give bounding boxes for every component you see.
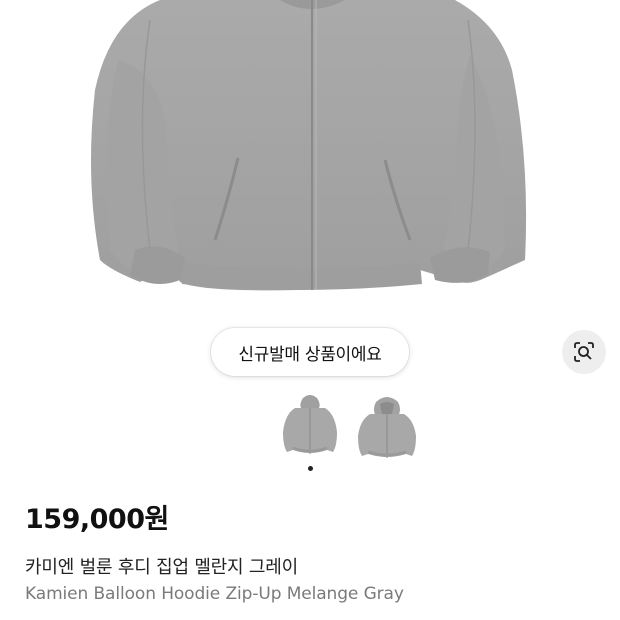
product-main-image[interactable] — [0, 0, 620, 310]
hoodie-illustration — [91, 0, 527, 291]
new-release-badge: 신규발매 상품이에요 — [211, 328, 409, 376]
visual-search-icon — [574, 342, 594, 362]
hoodie-thumbnail-front — [283, 395, 337, 454]
carousel-indicator — [0, 466, 620, 474]
badge-label: 신규발매 상품이에요 — [238, 344, 382, 365]
product-title-english: Kamien Balloon Hoodie Zip-Up Melange Gra… — [25, 584, 404, 604]
product-price: 159,000원 — [25, 504, 169, 535]
product-title-korean: 카미엔 벌룬 후디 집업 멜란지 그레이 — [25, 557, 299, 578]
thumbnail-2[interactable] — [356, 392, 418, 460]
thumbnail-1[interactable] — [281, 392, 339, 456]
carousel-dot-active[interactable] — [307, 466, 313, 471]
hoodie-thumbnail-hooded — [358, 397, 416, 458]
visual-search-button[interactable] — [562, 330, 606, 374]
thumbnail-strip — [0, 392, 620, 462]
